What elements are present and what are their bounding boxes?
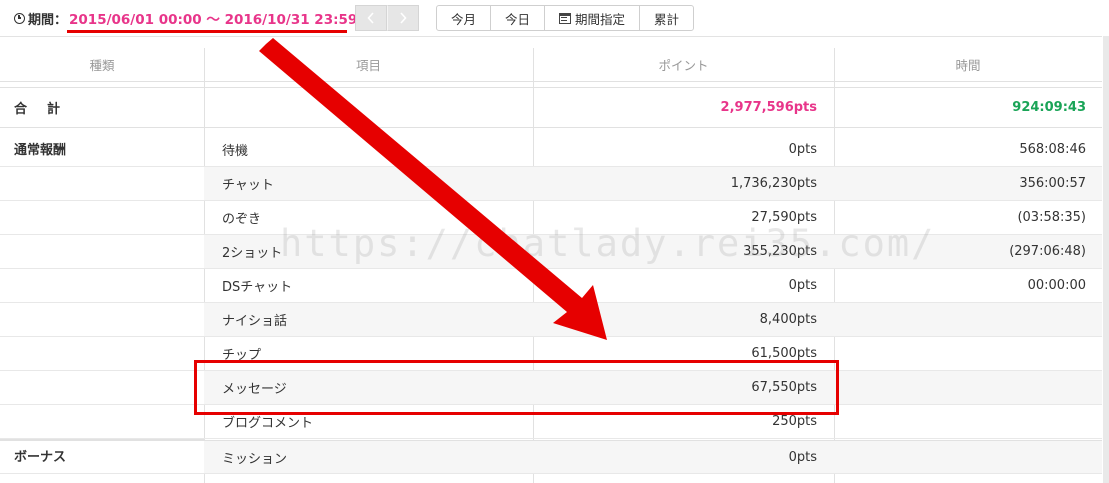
period-range: 2015/06/01 00:00 ～ 2016/10/31 23:59 (69, 12, 358, 28)
prev-period-button[interactable] (355, 5, 387, 31)
clock-icon (14, 12, 25, 24)
row-points: 0pts (788, 142, 817, 157)
today-button[interactable]: 今日 (491, 6, 546, 30)
cumulative-button[interactable]: 累計 (640, 6, 693, 30)
this-month-button[interactable]: 今月 (437, 6, 492, 30)
row-item: チャット (204, 167, 533, 200)
total-points: 2,977,596pts (720, 100, 817, 115)
period-display: 期間： 2015/06/01 00:00 ～ 2016/10/31 23:59 (14, 9, 358, 28)
total-row: 合計 2,977,596pts 924:09:43 (0, 87, 1102, 128)
header-points: ポイント (658, 58, 709, 73)
custom-period-button[interactable]: 期間指定 (545, 6, 641, 30)
watermark: https://chatlady.rei35.com/ (280, 222, 936, 265)
row-time (834, 371, 1102, 404)
table-row: ミッション 0pts (0, 440, 1102, 474)
total-label: 合計 (14, 102, 81, 117)
row-points: 0pts (533, 441, 834, 473)
row-time: 356:00:57 (834, 167, 1102, 200)
chevron-left-icon (367, 12, 374, 24)
annotation-underline (67, 30, 347, 33)
header-item: 項目 (355, 58, 381, 73)
period-preset-group: 今月 今日 期間指定 累計 (436, 5, 695, 31)
row-time (834, 303, 1102, 336)
row-time (834, 441, 1102, 473)
total-time: 924:09:43 (1012, 100, 1086, 115)
header-time: 時間 (955, 58, 981, 73)
divider (0, 439, 204, 440)
total-item (204, 88, 533, 127)
row-time (834, 405, 1102, 438)
divider (0, 36, 1102, 37)
scrollbar[interactable] (1103, 36, 1109, 483)
row-points: 8,400pts (533, 303, 834, 336)
period-label: 期間： (28, 12, 68, 28)
calendar-icon (559, 12, 572, 24)
table-row: ナイショ話 8,400pts (0, 303, 1102, 337)
table-row: DSチャット 0pts 00:00:00 (0, 269, 1102, 303)
row-points: 1,736,230pts (533, 167, 834, 200)
table-header: 種類 項目 ポイント 時間 (0, 48, 1102, 82)
annotation-highlight-box (194, 360, 839, 415)
table-row: チャット 1,736,230pts 356:00:57 (0, 167, 1102, 201)
table-row: 待機 0pts 568:08:46 (0, 133, 1102, 167)
row-item: ナイショ話 (204, 303, 533, 336)
period-nav (355, 5, 419, 31)
row-item: DSチャット (222, 280, 293, 295)
row-time: 00:00:00 (1027, 278, 1086, 293)
row-time (834, 337, 1102, 370)
custom-period-label: 期間指定 (575, 11, 626, 27)
row-item: 待機 (222, 144, 249, 159)
header-type: 種類 (89, 58, 115, 73)
chevron-right-icon (400, 12, 407, 24)
next-period-button[interactable] (387, 5, 419, 31)
row-points: 0pts (788, 278, 817, 293)
row-time: 568:08:46 (1019, 142, 1086, 157)
row-item: ミッション (204, 441, 533, 473)
